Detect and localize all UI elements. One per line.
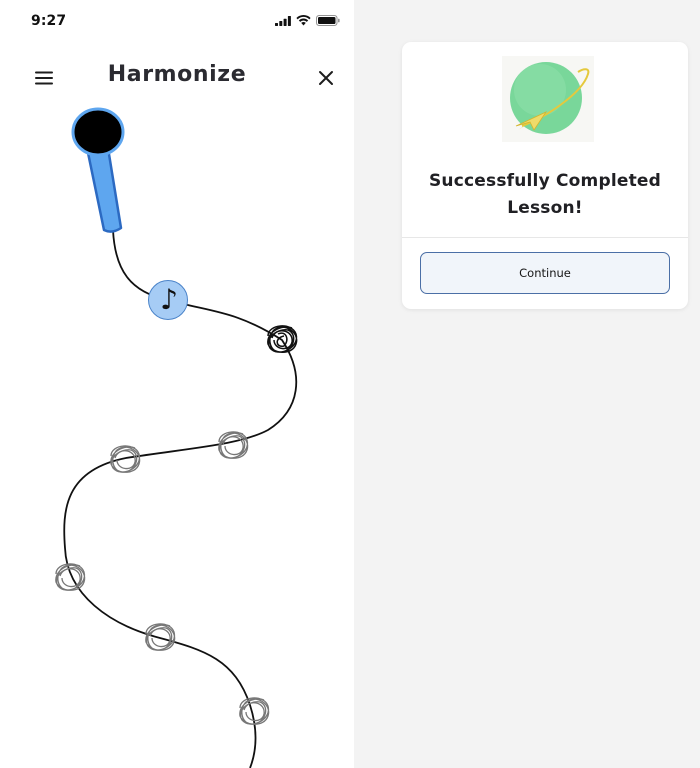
lesson-path xyxy=(55,107,298,768)
faded-scribble-node[interactable] xyxy=(110,445,141,473)
lesson-complete-dialog: Successfully Completed Lesson! Continue xyxy=(402,42,688,309)
planet-paper-plane-icon xyxy=(502,56,594,142)
music-note-icon[interactable]: ♪ xyxy=(148,280,188,320)
app-screen: 9:27 Harmonize ♪ Successfully Completed … xyxy=(0,0,700,768)
phone-screen: 9:27 Harmonize ♪ xyxy=(0,0,354,768)
faded-scribble-node[interactable] xyxy=(145,623,176,651)
dialog-divider xyxy=(402,237,688,238)
faded-scribble-node[interactable] xyxy=(218,431,249,459)
faded-scribble-node[interactable] xyxy=(239,697,270,725)
microphone-icon[interactable] xyxy=(71,107,125,233)
faded-scribble-node[interactable] xyxy=(55,563,86,591)
dialog-title: Successfully Completed Lesson! xyxy=(428,171,662,218)
music-note-glyph: ♪ xyxy=(160,283,178,316)
continue-button[interactable]: Continue xyxy=(420,252,670,294)
